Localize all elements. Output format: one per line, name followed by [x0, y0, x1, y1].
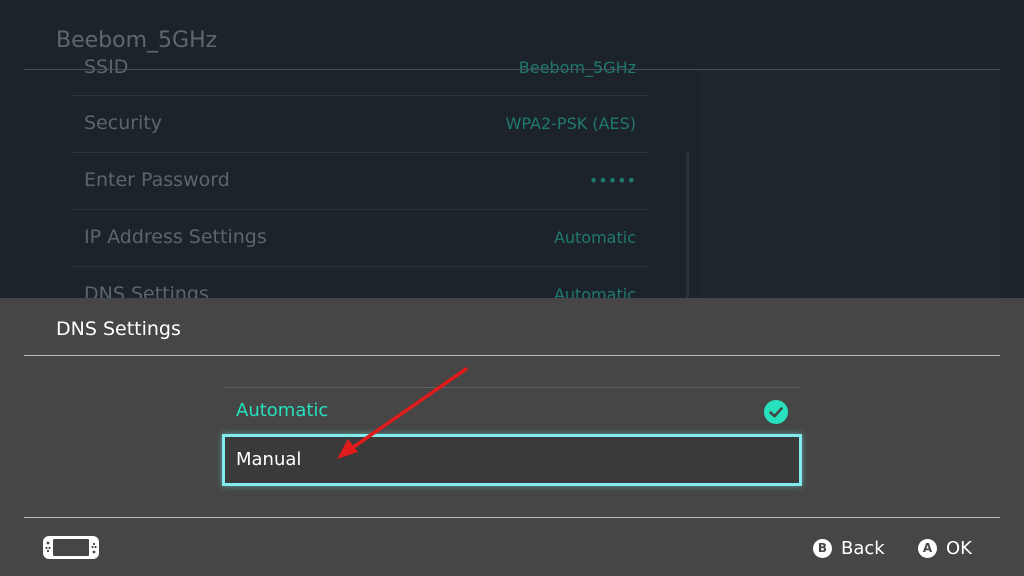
dns-settings-dialog: DNS Settings Automatic Manual B Back A O… [0, 298, 1024, 576]
checkmark-icon [764, 400, 788, 424]
row-label: Security [84, 112, 163, 134]
handheld-console-icon [42, 535, 100, 560]
dialog-title-divider [24, 355, 1000, 356]
settings-row-security: Security WPA2-PSK (AES) [72, 96, 648, 153]
dialog-title: DNS Settings [56, 318, 181, 340]
row-label: Enter Password [84, 169, 230, 191]
option-label: Automatic [236, 400, 329, 421]
b-button-icon: B [813, 538, 832, 558]
scrollbar [686, 152, 689, 298]
row-value: WPA2-PSK (AES) [505, 114, 636, 133]
row-label: DNS Settings [84, 283, 209, 298]
row-label: SSID [84, 56, 129, 78]
settings-row-dns: DNS Settings Automatic [72, 267, 648, 298]
background-side-pane [700, 70, 1000, 298]
settings-row-ip-address: IP Address Settings Automatic [72, 210, 648, 267]
row-value: Automatic [553, 228, 636, 247]
header-divider [24, 69, 1000, 70]
back-button[interactable]: B Back [813, 536, 885, 560]
a-button-icon: A [918, 538, 937, 558]
settings-row-ssid: SSID Beebom_5GHz [72, 40, 648, 96]
row-label: IP Address Settings [84, 226, 267, 248]
row-value: Beebom_5GHz [518, 58, 636, 77]
row-value: ••••• [588, 171, 636, 190]
ok-label: OK [946, 537, 972, 559]
option-automatic[interactable]: Automatic [224, 388, 800, 436]
ok-button[interactable]: A OK [918, 536, 972, 560]
option-label: Manual [236, 449, 302, 470]
network-settings-background: Beebom_5GHz SSID Beebom_5GHz Security WP… [0, 0, 1024, 298]
back-label: Back [841, 537, 885, 559]
settings-row-password: Enter Password ••••• [72, 153, 648, 210]
option-manual[interactable]: Manual [222, 434, 802, 486]
row-value: Automatic [553, 285, 636, 298]
settings-list: SSID Beebom_5GHz Security WPA2-PSK (AES)… [72, 40, 648, 298]
footer-divider [24, 517, 1000, 518]
